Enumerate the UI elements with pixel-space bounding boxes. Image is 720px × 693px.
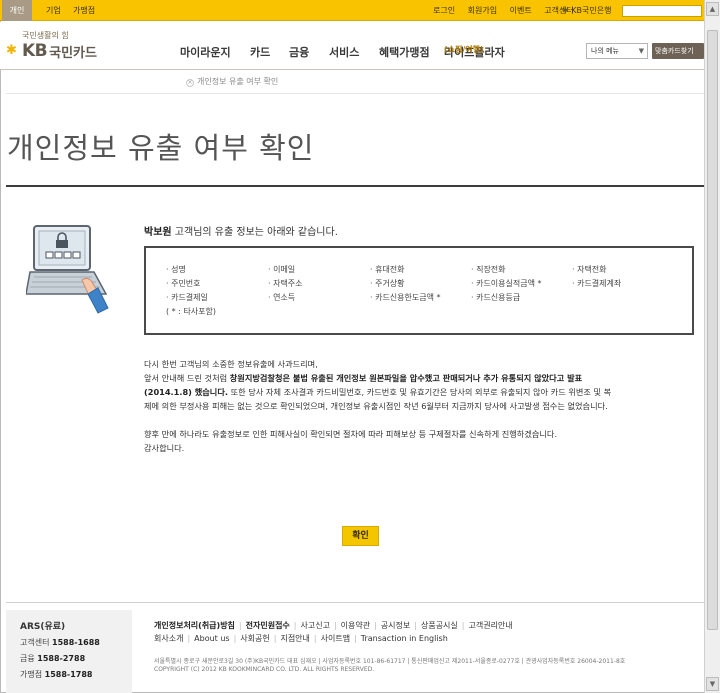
customer-name: 박보원 [144, 227, 172, 238]
nav-benefit-merchant[interactable]: 혜택가맹점 [379, 44, 430, 60]
message-line: 앞서 안내해 드린 것처럼 창원지방검찰청은 불법 유출된 개인정보 원본파일을… [144, 373, 583, 383]
kb-bank-link[interactable]: ✱ KB국민은행 [562, 6, 611, 16]
leak-item: · 주민번호 [166, 279, 201, 288]
leak-item: · 자택전화 [572, 265, 607, 274]
kb-logo[interactable]: ✱ KB 국민카드 [6, 41, 97, 61]
laptop-lock-icon [25, 225, 109, 314]
browser-window [0, 0, 720, 693]
leak-note: ( * : 타사포함) [166, 307, 217, 316]
laptop-lock-illustration [25, 224, 116, 314]
footer-link-rights[interactable]: 고객권리안내 [468, 621, 512, 630]
footer-links-row2: 회사소개 | About us | 사회공헌 | 지점안내 | 사이트맵 | Transaction… [154, 634, 448, 643]
breadcrumb-current: 개인정보 유출 여부 확인 [197, 77, 279, 86]
footer-links-row1: 개인정보처리(취급)방침 | 전자민원접수 | 사고신고 | 이용약관 | 공시정보 | 상품공시실… [154, 621, 513, 630]
footer-link-disclosure[interactable]: 공시정보 [381, 621, 410, 630]
nav-finance[interactable]: 금융 [289, 44, 309, 60]
result-greeting: 박보원 고객님의 유출 정보는 아래와 같습니다. [144, 227, 338, 238]
footer-link-branches[interactable]: 지점안내 [280, 634, 309, 643]
title-divider [6, 185, 704, 187]
logo-slogan: 국민생활의 힘 [22, 31, 69, 40]
ars-row: 가맹점 1588-1788 [20, 670, 93, 679]
signup-link[interactable]: 회원가입 [468, 6, 497, 15]
leak-item: · 주거상황 [370, 279, 405, 288]
leaked-info-box: · 성명 · 이메일 · 휴대전화 · 직장전화 · 자택전화 · 주민번호 ·… [144, 246, 694, 335]
footer-link-terms[interactable]: 이용약관 [341, 621, 370, 630]
scroll-up-arrow-icon[interactable]: ▲ [706, 2, 719, 16]
my-menu-select[interactable]: 나의 메뉴 ▼ [586, 43, 648, 59]
leak-item: · 휴대전화 [370, 265, 405, 274]
ars-row: 고객센터 1588-1688 [20, 638, 100, 647]
leak-item: · 연소득 [268, 293, 296, 302]
leak-item: · 카드이용실적금액 * [471, 279, 542, 288]
message-line: 다시 한번 고객님의 소중한 정보유출에 사과드리며, [144, 359, 318, 369]
login-link[interactable]: 로그인 [433, 6, 455, 15]
event-link[interactable]: 이벤트 [510, 6, 532, 15]
message-line: 향후 만에 하나라도 유출정보로 인한 피해사실이 확인되면 절차에 따라 피해… [144, 429, 558, 439]
ars-title: ARS(유료) [20, 622, 66, 632]
nav-my-lounge[interactable]: 마이라운지 [180, 44, 231, 60]
leak-item: · 카드신용한도금액 * [370, 293, 441, 302]
footer-link-report[interactable]: 사고신고 [301, 621, 330, 630]
site-header: 국민생활의 힘 ✱ KB 국민카드 마이라운지 카드 금융 서비스 혜택가맹점 … [0, 22, 704, 70]
chevron-down-icon: ▼ [638, 47, 644, 55]
footer-link-company[interactable]: 회사소개 [154, 634, 183, 643]
segment-tab-personal[interactable]: 개인 [2, 0, 32, 21]
card-finder-button[interactable]: 맞춤카드찾기 [652, 43, 704, 59]
ars-panel: ARS(유료) 고객센터 1588-1688 금융 1588-2788 가맹점 … [6, 610, 132, 693]
leak-item: · 카드결제일 [166, 293, 208, 302]
footer-link-product-disclosure[interactable]: 상품공시실 [421, 621, 458, 630]
leak-item: · 이메일 [268, 265, 296, 274]
nav-service[interactable]: 서비스 [329, 44, 359, 60]
leak-item: · 직장전화 [471, 265, 506, 274]
ars-row: 금융 1588-2788 [20, 654, 86, 663]
breadcrumb-close-icon[interactable]: × [186, 79, 194, 87]
nav-card[interactable]: 카드 [250, 44, 270, 60]
segment-tab-merchant[interactable]: 가맹점 [73, 0, 95, 21]
breadcrumb-divider [6, 93, 704, 94]
footer-divider [6, 602, 704, 603]
kb-star-icon: ✱ [6, 43, 17, 58]
leak-item: · 자택주소 [268, 279, 303, 288]
scroll-thumb[interactable] [707, 30, 718, 630]
footer-link-english[interactable]: Transaction in English [361, 634, 448, 643]
leak-item: · 성명 [166, 265, 186, 274]
footer-copyright: COPYRIGHT (C) 2012 KB KOOKMINCARD CO. LT… [154, 666, 375, 673]
kb-star-icon: ✱ [562, 6, 569, 15]
message-line: (2014.1.8) 했습니다. 또한 당사 자체 조사결과 카드비밀번호, 카… [144, 387, 612, 397]
footer-link-about[interactable]: About us [194, 634, 229, 643]
footer-link-complaint[interactable]: 전자민원접수 [246, 621, 290, 630]
breadcrumb: × 개인정보 유출 여부 확인 [170, 76, 278, 87]
vertical-scrollbar[interactable]: ▲ ▼ [704, 0, 720, 693]
confirm-button[interactable]: 확인 [342, 526, 379, 546]
top-utility-bar: 개인 기업 가맹점 로그인 회원가입 이벤트 고객센터 ✱ KB국민은행 [0, 0, 704, 21]
leak-item: · 카드신용등급 [471, 293, 521, 302]
footer-address: 서울특별시 종로구 새문안로3길 30 (주)KB국민카드 대표 심재오 | 사… [154, 658, 626, 665]
scroll-down-arrow-icon[interactable]: ▼ [706, 677, 719, 691]
message-line: 제에 의한 부정사용 피해는 없는 것으로 확인되었으며, 개인정보 유출시점인… [144, 401, 608, 411]
leak-item: · 카드결제계좌 [572, 279, 622, 288]
footer-link-social[interactable]: 사회공헌 [240, 634, 269, 643]
page-title: 개인정보 유출 여부 확인 [7, 131, 315, 165]
message-line: 감사합니다. [144, 443, 185, 453]
footer-link-privacy[interactable]: 개인정보처리(취급)방침 [154, 621, 235, 630]
segment-tab-business[interactable]: 기업 [46, 0, 61, 21]
footer-link-sitemap[interactable]: 사이트맵 [321, 634, 350, 643]
top-search-input[interactable] [622, 5, 702, 17]
